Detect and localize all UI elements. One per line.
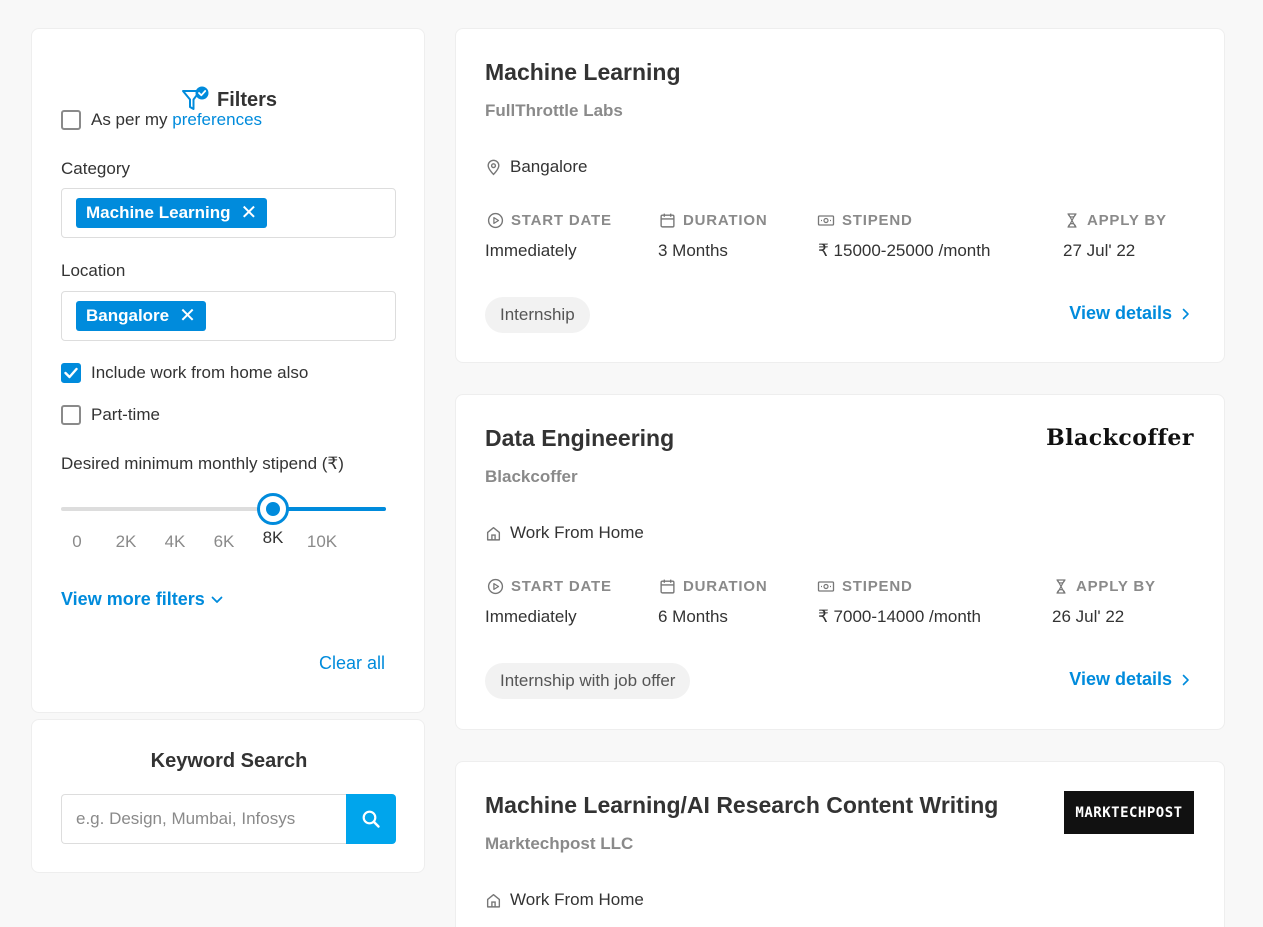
category-label: Category: [61, 159, 130, 178]
checkmark-icon: [64, 367, 78, 379]
job-card[interactable]: Machine Learning FullThrottle Labs Banga…: [455, 28, 1225, 363]
remove-location-icon[interactable]: ✕: [179, 306, 196, 326]
play-circle-icon: [487, 212, 504, 229]
start-date-value: Immediately: [485, 607, 577, 626]
stipend-label: STIPEND: [817, 578, 913, 595]
location-chip-label: Bangalore: [86, 306, 170, 325]
hourglass-icon: [1056, 579, 1066, 594]
remove-category-icon[interactable]: ✕: [241, 203, 258, 223]
preferences-link[interactable]: preferences: [172, 110, 262, 129]
view-details-link[interactable]: View details: [1069, 303, 1190, 324]
stipend-slider-fill: [273, 507, 386, 511]
preferences-checkbox-row[interactable]: As per my preferences: [61, 110, 262, 130]
money-icon: [817, 215, 835, 226]
chevron-down-icon: [211, 596, 223, 603]
location-input[interactable]: Bangalore ✕: [61, 291, 396, 341]
search-icon: [362, 810, 380, 828]
stipend-tick[interactable]: 10K: [307, 532, 337, 552]
job-location: Work From Home: [485, 890, 644, 910]
job-location: Work From Home: [485, 523, 644, 543]
keyword-search-button[interactable]: [346, 794, 396, 844]
apply-by-value: 27 Jul' 22: [1063, 241, 1136, 260]
calendar-icon: [660, 213, 675, 228]
chevron-right-icon: [1182, 674, 1189, 685]
stipend-value: ₹ 7000-14000 /month: [818, 607, 981, 626]
view-details-label: View details: [1069, 669, 1172, 689]
apply-by-label: APPLY BY: [1053, 578, 1156, 595]
duration-value: 3 Months: [658, 241, 728, 260]
job-location: Bangalore: [485, 157, 588, 177]
stipend-tick[interactable]: 6K: [214, 532, 235, 552]
wfh-checkbox-row[interactable]: Include work from home also: [61, 363, 308, 383]
job-title[interactable]: Machine Learning/AI Research Content Wri…: [485, 792, 998, 819]
home-icon: [486, 526, 501, 541]
home-icon: [486, 893, 501, 908]
calendar-icon: [660, 579, 675, 594]
wfh-checkbox[interactable]: [61, 363, 81, 383]
location-label[interactable]: Work From Home: [510, 890, 644, 910]
start-date-label: START DATE: [487, 578, 612, 595]
parttime-checkbox[interactable]: [61, 405, 81, 425]
location-label: Location: [61, 261, 126, 280]
start-date-label: START DATE: [487, 212, 612, 229]
job-title[interactable]: Machine Learning: [485, 59, 681, 86]
stipend-tick[interactable]: 4K: [165, 532, 186, 552]
stipend-label: Desired minimum monthly stipend (₹): [61, 454, 344, 473]
stipend-label: STIPEND: [817, 212, 913, 229]
duration-label: DURATION: [659, 212, 767, 229]
keyword-search-title: Keyword Search: [150, 750, 308, 772]
preferences-checkbox[interactable]: [61, 110, 81, 130]
stipend-slider[interactable]: [61, 493, 386, 525]
company-logo: Blackcoffer: [1046, 425, 1194, 451]
play-circle-icon: [487, 578, 504, 595]
location-label[interactable]: Bangalore: [510, 157, 588, 177]
map-pin-icon: [487, 159, 500, 175]
apply-by-label: APPLY BY: [1064, 212, 1167, 229]
view-more-filters-link[interactable]: View more filters: [61, 589, 223, 610]
duration-label: DURATION: [659, 578, 767, 595]
parttime-checkbox-row[interactable]: Part-time: [61, 405, 160, 425]
location-label[interactable]: Work From Home: [510, 523, 644, 543]
stipend-tick[interactable]: 8K: [263, 528, 284, 548]
duration-value: 6 Months: [658, 607, 728, 626]
keyword-search-input[interactable]: [61, 794, 347, 844]
chevron-right-icon: [1182, 308, 1189, 319]
location-chip: Bangalore ✕: [76, 301, 206, 331]
job-card[interactable]: Data Engineering Blackcoffer Blackcoffer…: [455, 394, 1225, 730]
parttime-label: Part-time: [91, 405, 160, 424]
job-title[interactable]: Data Engineering: [485, 425, 674, 452]
filters-panel: Filters As per my preferences Category M…: [31, 28, 425, 713]
apply-by-value: 26 Jul' 22: [1052, 607, 1125, 626]
stipend-tick[interactable]: 0: [72, 532, 81, 552]
start-date-value: Immediately: [485, 241, 577, 260]
job-card[interactable]: Machine Learning/AI Research Content Wri…: [455, 761, 1225, 927]
clear-all-link[interactable]: Clear all: [319, 653, 385, 674]
preferences-label: As per my preferences: [91, 110, 263, 129]
job-type-tag: Internship: [485, 297, 590, 333]
stipend-tick[interactable]: 2K: [116, 532, 137, 552]
category-chip-label: Machine Learning: [86, 203, 231, 222]
company-name[interactable]: Marktechpost LLC: [485, 834, 633, 854]
company-name[interactable]: FullThrottle Labs: [485, 101, 623, 121]
filters-title: Filters: [216, 88, 278, 111]
view-details-label: View details: [1069, 303, 1172, 323]
category-input[interactable]: Machine Learning ✕: [61, 188, 396, 238]
money-icon: [817, 581, 835, 592]
job-type-tag: Internship with job offer: [485, 663, 691, 699]
stipend-value: ₹ 15000-25000 /month: [818, 241, 991, 260]
wfh-label: Include work from home also: [91, 363, 309, 382]
view-more-filters-label: View more filters: [61, 589, 205, 609]
company-name[interactable]: Blackcoffer: [485, 467, 578, 487]
category-chip: Machine Learning ✕: [76, 198, 268, 228]
hourglass-icon: [1067, 213, 1077, 228]
keyword-search-panel: Keyword Search: [31, 719, 425, 873]
view-details-link[interactable]: View details: [1069, 669, 1190, 690]
company-logo: MARKTECHPOST: [1064, 791, 1194, 834]
stipend-slider-thumb[interactable]: [257, 493, 289, 525]
